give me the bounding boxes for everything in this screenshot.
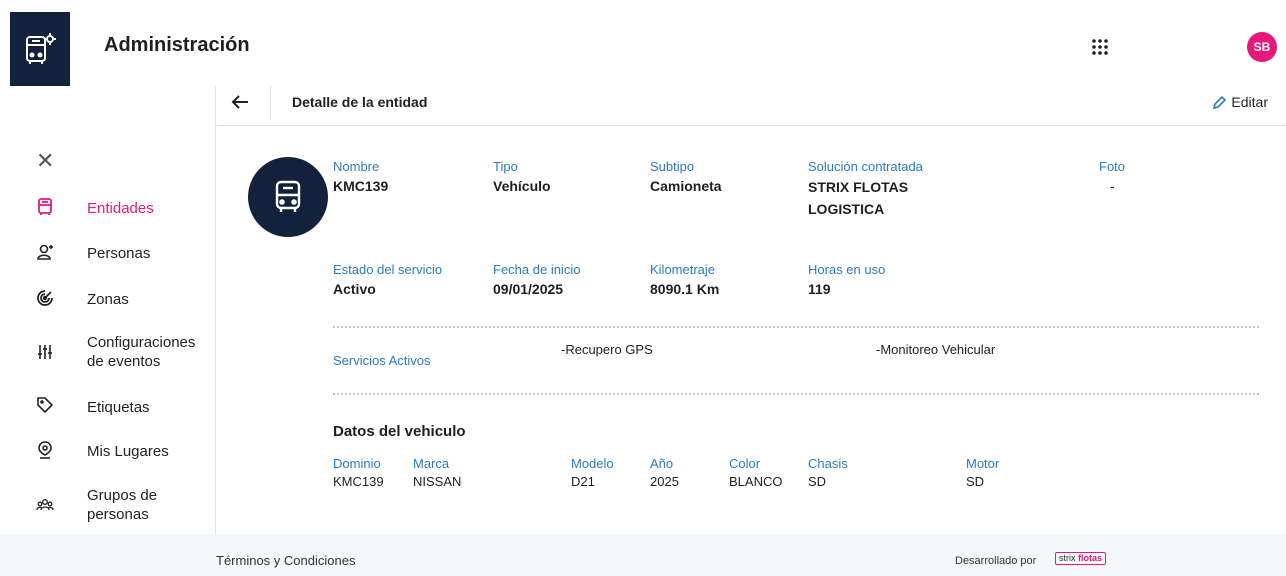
- field-label: Tipo: [493, 159, 518, 174]
- field-value: KMC139: [333, 474, 384, 489]
- brand-part: strix: [1059, 553, 1076, 563]
- field-value: D21: [571, 474, 595, 489]
- field-label: Fecha de inicio: [493, 262, 581, 277]
- field-value: STRIX FLOTAS LOGISTICA: [808, 179, 909, 217]
- field-label: Chasis: [808, 456, 848, 471]
- field-label: Estado del servicio: [333, 262, 443, 277]
- vehicle-field-dominio: Dominio KMC139: [333, 456, 384, 490]
- field-fecha-inicio: Fecha de inicio 09/01/2025: [493, 262, 580, 299]
- person-add-icon: [36, 243, 54, 261]
- field-foto: Foto -: [1099, 159, 1125, 196]
- field-label: Foto: [1099, 159, 1126, 174]
- sidebar-item-label: Zonas: [87, 291, 129, 308]
- divider: [333, 393, 1259, 395]
- vehicle-field-anio: Año 2025: [650, 456, 679, 490]
- sidebar-item-label: Mis Lugares: [87, 443, 169, 460]
- sidebar-item-grupos[interactable]: Grupos de personas: [0, 484, 216, 524]
- field-label: Nombre: [333, 159, 380, 174]
- field-value: 09/01/2025: [493, 281, 564, 297]
- content-header: Detalle de la entidad Editar: [217, 86, 1286, 126]
- admin-truck-gear-icon: [26, 33, 56, 64]
- field-value: Camioneta: [650, 178, 722, 194]
- map-pin-icon: [36, 441, 54, 459]
- sidebar-item-configuraciones[interactable]: Configuraciones de eventos: [0, 331, 216, 371]
- field-label: Dominio: [333, 456, 381, 471]
- field-value: Activo: [333, 281, 376, 297]
- bus-icon: [275, 180, 301, 212]
- field-label: Subtipo: [650, 159, 695, 174]
- field-value: SD: [966, 474, 985, 489]
- vehicle-field-motor: Motor SD: [966, 456, 999, 490]
- field-value: Vehículo: [493, 178, 551, 194]
- field-value: BLANCO: [729, 474, 783, 489]
- services-label: Servicios Activos: [333, 353, 431, 368]
- field-label: Modelo: [571, 456, 614, 471]
- field-label: Horas en uso: [808, 262, 886, 277]
- sidebar-item-label: Grupos de personas: [87, 487, 158, 523]
- tag-icon: [36, 396, 54, 414]
- radar-icon: [36, 289, 54, 307]
- field-value: NISSAN: [413, 474, 462, 489]
- sidebar: ✕ Entidades Personas Zonas Configuracion…: [0, 86, 216, 534]
- top-bar: Administración SB: [0, 0, 1286, 86]
- field-horas-uso: Horas en uso 119: [808, 262, 885, 299]
- sidebar-item-label: Configuraciones de eventos: [87, 334, 196, 370]
- sidebar-item-label: Etiquetas: [87, 399, 150, 416]
- field-label: Año: [650, 456, 674, 471]
- field-value: KMC139: [333, 178, 389, 194]
- close-icon[interactable]: ✕: [36, 150, 54, 172]
- terms-link[interactable]: Términos y Condiciones: [216, 553, 355, 568]
- edit-label: Editar: [1231, 94, 1268, 110]
- footer: Términos y Condiciones Desarrollado por …: [0, 534, 1286, 576]
- developed-by-text: Desarrollado por: [955, 555, 1037, 567]
- field-value: 8090.1 Km: [650, 281, 720, 297]
- field-nombre: Nombre KMC139: [333, 159, 388, 196]
- field-solucion: Solución contratada STRIX FLOTAS LOGISTI…: [808, 159, 948, 220]
- vehicle-field-color: Color BLANCO: [729, 456, 782, 490]
- service-item: -Recupero GPS: [561, 342, 653, 357]
- vehicle-field-marca: Marca NISSAN: [413, 456, 461, 490]
- sidebar-item-label: Personas: [87, 245, 151, 262]
- field-value: 2025: [650, 474, 679, 489]
- sidebar-item-label: Entidades: [87, 200, 154, 217]
- app-logo[interactable]: [10, 12, 70, 86]
- brand-part: flotas: [1078, 553, 1103, 563]
- service-item: -Monitoreo Vehicular: [876, 342, 996, 357]
- vehicle-field-chasis: Chasis SD: [808, 456, 848, 490]
- entity-avatar: [248, 157, 328, 237]
- field-value: -: [1110, 178, 1115, 194]
- field-subtipo: Subtipo Camioneta: [650, 159, 722, 196]
- field-label: Motor: [966, 456, 1000, 471]
- pencil-icon: [1213, 95, 1227, 109]
- field-tipo: Tipo Vehículo: [493, 159, 551, 196]
- vehicle-field-modelo: Modelo D21: [571, 456, 614, 490]
- field-label: Marca: [413, 456, 450, 471]
- group-icon: [36, 496, 54, 514]
- truck-icon: [36, 198, 54, 216]
- strix-flotas-logo[interactable]: strix flotas: [1055, 552, 1107, 565]
- header-divider: [270, 86, 271, 120]
- divider: [333, 326, 1259, 328]
- field-value: SD: [808, 474, 827, 489]
- apps-grid-icon[interactable]: [1091, 38, 1109, 56]
- sliders-icon: [36, 343, 54, 361]
- field-kilometraje: Kilometraje 8090.1 Km: [650, 262, 719, 299]
- edit-button[interactable]: Editar: [1212, 94, 1268, 110]
- field-label: Solución contratada: [808, 159, 923, 174]
- field-label: Kilometraje: [650, 262, 716, 277]
- app-title: Administración: [104, 34, 250, 56]
- field-label: Color: [729, 456, 761, 471]
- vehicle-section-title: Datos del vehiculo: [333, 423, 466, 440]
- user-avatar[interactable]: SB: [1247, 32, 1277, 62]
- back-arrow-icon[interactable]: [231, 94, 249, 114]
- field-value: 119: [808, 281, 831, 297]
- field-estado: Estado del servicio Activo: [333, 262, 442, 299]
- page-title: Detalle de la entidad: [292, 94, 428, 110]
